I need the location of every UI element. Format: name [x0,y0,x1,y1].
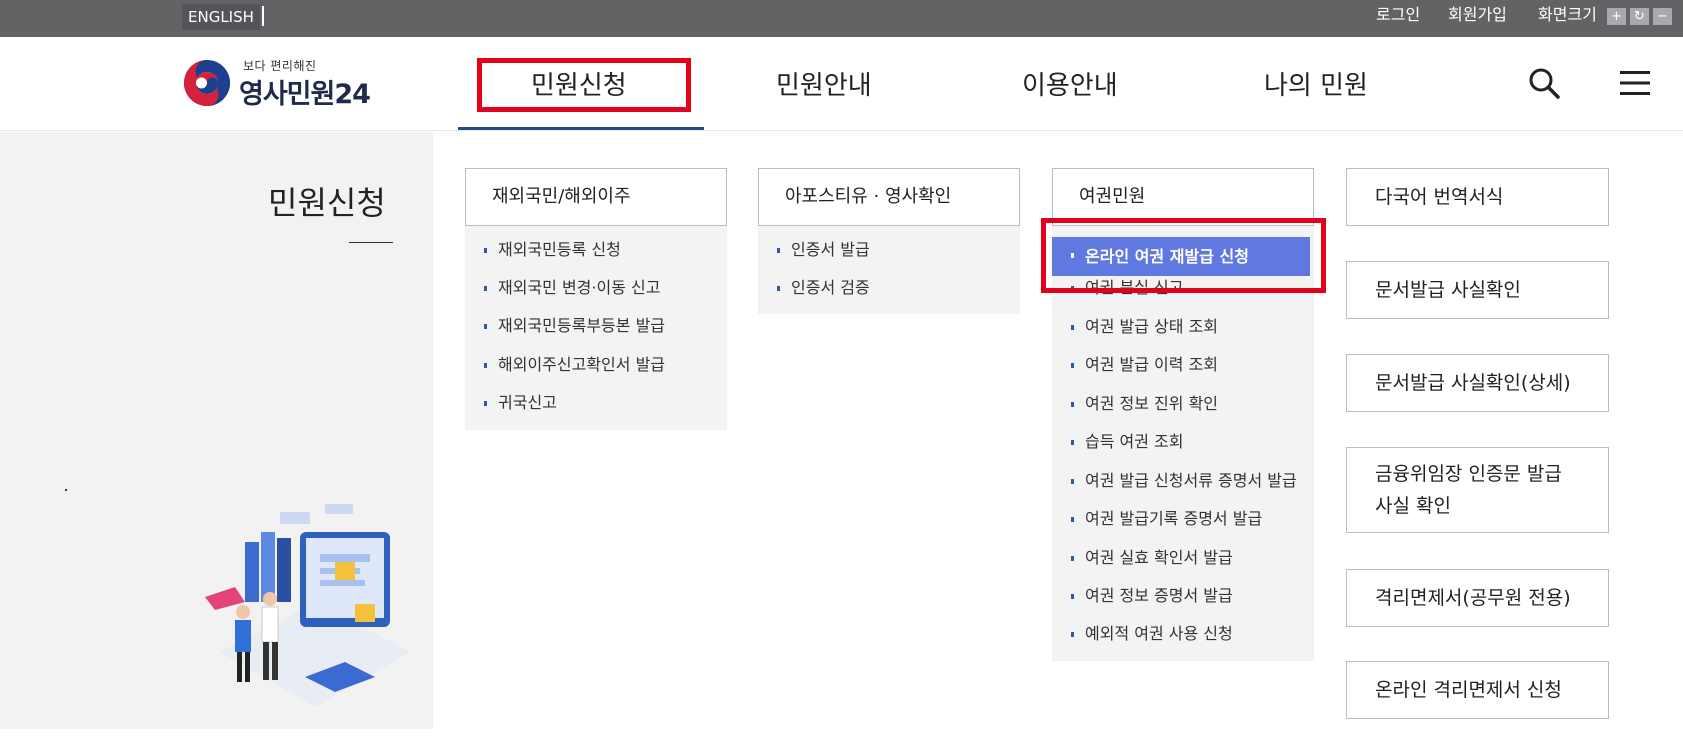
nav-my-civil[interactable]: 나의 민원 [1264,65,1368,102]
link-box-financial-poa[interactable]: 금융위임장 인증문 발급 사실 확인 [1346,447,1609,533]
submenu-apostille: 인증서 발급 인증서 검증 [758,226,1020,314]
section-title: 민원신청 [268,184,386,222]
submenu-item[interactable]: 재외국민등록 신청 [465,238,621,262]
link-box-document-verification-detail[interactable]: 문서발급 사실확인(상세) [1346,354,1609,412]
highlight-nav-box [477,58,691,112]
submenu-item[interactable]: 여권 실효 확인서 발급 [1052,546,1233,570]
taegeuk-emblem-icon [184,60,230,106]
stray-dot [65,489,67,491]
submenu-item[interactable]: 여권 발급기록 증명서 발급 [1052,507,1262,531]
link-box-multilingual-forms[interactable]: 다국어 번역서식 [1346,168,1609,226]
column-heading-apostille[interactable]: 아포스티유 · 영사확인 [758,168,1020,226]
column-heading-overseas-national[interactable]: 재외국민/해외이주 [465,168,727,226]
link-box-quarantine-exemption-official[interactable]: 격리면제서(공무원 전용) [1346,569,1609,627]
submenu-item[interactable]: 재외국민등록부등본 발급 [465,314,665,338]
submenu-item[interactable]: 예외적 여권 사용 신청 [1052,622,1233,646]
link-box-label: 금융위임장 인증문 발급 [1375,463,1562,485]
link-box-label: 다국어 번역서식 [1375,186,1504,208]
site-logo[interactable]: 보다 편리해진 영사민원24 [183,55,383,110]
font-size-label: 화면크기 [1538,5,1597,24]
hamburger-menu-icon[interactable] [1620,69,1650,97]
link-box-label: 문서발급 사실확인 [1375,279,1521,301]
submenu-item[interactable]: 여권 정보 증명서 발급 [1052,584,1233,608]
submenu-item[interactable]: 해외이주신고확인서 발급 [465,353,665,377]
login-link[interactable]: 로그인 [1376,0,1420,30]
signup-link[interactable]: 회원가입 [1448,0,1507,30]
left-section-panel: 민원신청 [0,132,433,729]
submenu-item[interactable]: 여권 발급 상태 조회 [1052,315,1218,339]
link-box-document-verification[interactable]: 문서발급 사실확인 [1346,261,1609,319]
site-header: 보다 편리해진 영사민원24 민원신청 민원안내 이용안내 나의 민원 [0,37,1683,131]
submenu-item[interactable]: 여권 발급 신청서류 증명서 발급 [1052,469,1297,493]
submenu-overseas-national: 재외국민등록 신청 재외국민 변경·이동 신고 재외국민등록부등본 발급 해외이… [465,226,727,430]
english-link[interactable]: ENGLISH [182,4,260,30]
submenu-item[interactable]: 귀국신고 [465,391,557,415]
submenu-item[interactable]: 인증서 검증 [758,276,870,300]
nav-civil-guide[interactable]: 민원안내 [776,65,872,102]
nav-usage-guide[interactable]: 이용안내 [1022,65,1118,102]
link-box-label: 온라인 격리면제서 신청 [1375,679,1562,701]
highlight-item-box [1041,218,1326,293]
link-box-label-line2: 사실 확인 [1375,495,1451,517]
submenu-item[interactable]: 인증서 발급 [758,238,870,262]
nav-active-underline [458,127,704,130]
link-box-online-quarantine-exemption[interactable]: 온라인 격리면제서 신청 [1346,661,1609,719]
submenu-item[interactable]: 여권 정보 진위 확인 [1052,392,1218,416]
link-box-label: 문서발급 사실확인(상세) [1375,372,1571,394]
submenu-item[interactable]: 재외국민 변경·이동 신고 [465,276,660,300]
link-box-label: 격리면제서(공무원 전용) [1375,587,1571,609]
font-decrease-button[interactable]: − [1653,8,1672,25]
search-icon[interactable] [1526,65,1562,101]
font-reset-button[interactable]: ↻ [1630,8,1649,25]
title-rule [349,242,393,243]
submenu-item[interactable]: 습득 여권 조회 [1052,430,1184,454]
font-increase-button[interactable]: + [1607,8,1626,25]
logo-title: 영사민원24 [239,79,371,110]
civil-service-illustration [205,504,410,707]
top-utility-bar: ENGLISH 로그인 회원가입 화면크기 + ↻ − [0,0,1683,37]
utility-divider [262,6,264,26]
submenu-item[interactable]: 여권 발급 이력 조회 [1052,353,1218,377]
